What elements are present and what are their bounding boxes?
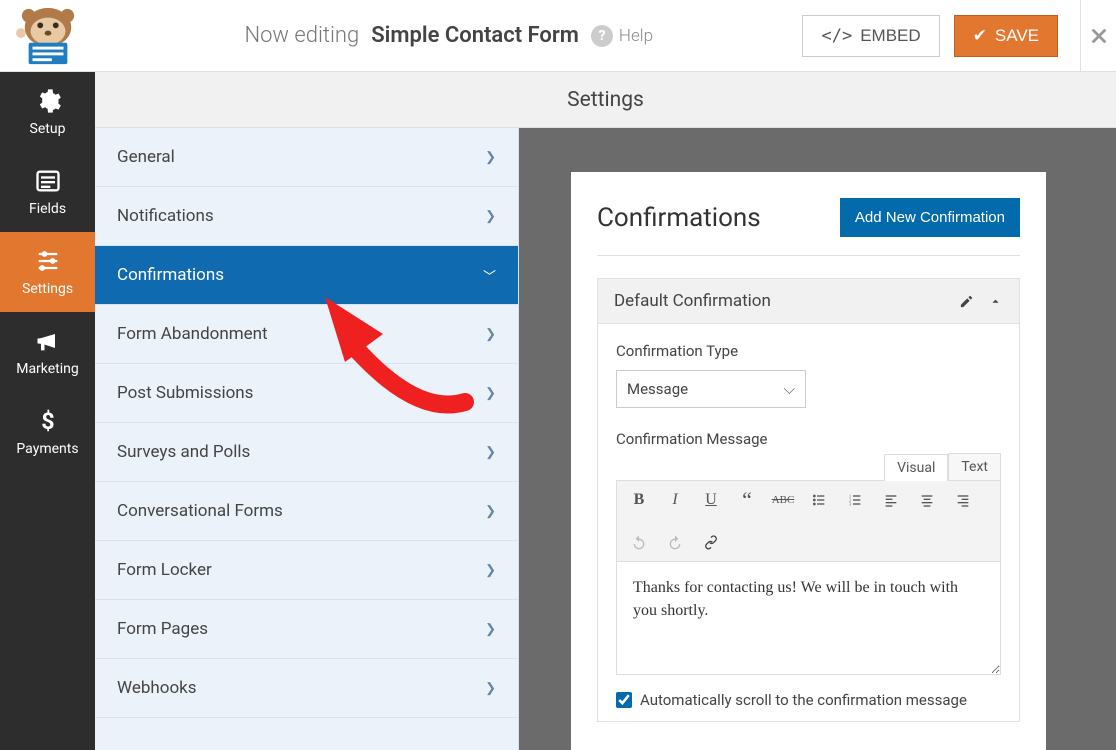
italic-icon[interactable]: I [661,487,689,513]
left-rail: Setup Fields Settings Marketing $ Paymen… [0,72,95,750]
close-icon [1088,25,1110,47]
confirmation-body: Confirmation Type Message ⌵ Confirmation… [598,324,1019,721]
editor-content[interactable]: Thanks for contacting us! We will be in … [617,562,1000,674]
confirmation-type-select[interactable]: Message ⌵ [616,370,806,408]
quote-icon[interactable]: “ [733,487,761,513]
check-icon: ✔ [973,26,987,46]
settings-item-surveys-polls[interactable]: Surveys and Polls❯ [95,423,518,482]
pencil-icon[interactable] [959,294,974,309]
chevron-right-icon: ❯ [485,504,496,519]
panel-title: Confirmations [597,203,761,233]
dollar-icon: $ [34,407,62,435]
auto-scroll-option[interactable]: Automatically scroll to the confirmation… [616,691,1001,709]
rail-fields[interactable]: Fields [0,152,95,232]
chevron-right-icon: ❯ [485,563,496,578]
chevron-right-icon: ❯ [485,445,496,460]
rich-text-editor: Visual Text B I U “ ABC 123 [616,480,1001,675]
chevron-down-icon: ⌵ [784,380,795,398]
rail-setup[interactable]: Setup [0,72,95,152]
settings-header: Settings [95,72,1116,128]
gear-icon [34,87,62,115]
help-link[interactable]: ? Help [591,25,653,47]
chevron-right-icon: ❯ [485,327,496,342]
auto-scroll-checkbox[interactable] [616,692,632,708]
number-list-icon[interactable]: 123 [841,487,869,513]
sliders-icon [34,247,62,275]
rail-payments[interactable]: $ Payments [0,392,95,472]
close-button[interactable] [1080,0,1116,72]
redo-icon[interactable] [661,529,689,555]
embed-button[interactable]: </> EMBED [802,15,939,57]
top-actions: </> EMBED ✔ SAVE [802,15,1080,57]
editing-prefix: Now editing [244,23,359,48]
strike-icon[interactable]: ABC [769,487,797,513]
settings-item-form-locker[interactable]: Form Locker❯ [95,541,518,600]
link-icon[interactable] [697,529,725,555]
underline-icon[interactable]: U [697,487,725,513]
rail-settings[interactable]: Settings [0,232,95,312]
editor-tab-visual[interactable]: Visual [884,454,948,481]
bullhorn-icon [34,327,62,355]
confirmation-type-label: Confirmation Type [616,342,1001,360]
chevron-right-icon: ❯ [485,150,496,165]
settings-item-notifications[interactable]: Notifications❯ [95,187,518,246]
editor-toolbar: B I U “ ABC 123 [617,481,1000,562]
settings-item-general[interactable]: General❯ [95,128,518,187]
confirmation-box: Default Confirmation Confirmation Type M… [597,278,1020,722]
confirmation-message-label: Confirmation Message [616,430,1001,448]
panel-header: Confirmations Add New Confirmation [597,198,1020,256]
align-right-icon[interactable] [949,487,977,513]
editing-form-name: Simple Contact Form [371,23,579,48]
settings-item-confirmations[interactable]: Confirmations﹀ [95,246,518,305]
settings-item-form-abandonment[interactable]: Form Abandonment❯ [95,305,518,364]
confirmations-panel: Confirmations Add New Confirmation Defau… [571,172,1046,750]
bullet-list-icon[interactable] [805,487,833,513]
align-center-icon[interactable] [913,487,941,513]
code-icon: </> [821,26,852,46]
confirmation-box-header[interactable]: Default Confirmation [598,279,1019,324]
settings-item-post-submissions[interactable]: Post Submissions❯ [95,364,518,423]
editor-tab-text[interactable]: Text [948,453,1001,480]
rail-marketing[interactable]: Marketing [0,312,95,392]
svg-text:3: 3 [849,501,851,506]
confirmation-name: Default Confirmation [614,291,771,311]
settings-item-conversational-forms[interactable]: Conversational Forms❯ [95,482,518,541]
settings-item-form-pages[interactable]: Form Pages❯ [95,600,518,659]
chevron-right-icon: ❯ [485,209,496,224]
top-bar: Now editing Simple Contact Form ? Help <… [0,0,1116,72]
settings-menu: General❯ Notifications❯ Confirmations﹀ F… [95,128,519,750]
editing-title: Now editing Simple Contact Form ? Help [95,23,802,48]
bold-icon[interactable]: B [625,487,653,513]
align-left-icon[interactable] [877,487,905,513]
wpforms-logo [0,0,95,72]
settings-item-webhooks[interactable]: Webhooks❯ [95,659,518,718]
main-area: General❯ Notifications❯ Confirmations﹀ F… [95,128,1116,750]
chevron-right-icon: ❯ [485,681,496,696]
save-button[interactable]: ✔ SAVE [954,15,1058,57]
chevron-up-icon[interactable] [988,294,1003,309]
chevron-right-icon: ❯ [485,622,496,637]
chevron-down-icon: ﹀ [483,266,496,285]
svg-text:$: $ [41,407,54,435]
help-icon: ? [591,25,613,47]
add-new-confirmation-button[interactable]: Add New Confirmation [840,198,1020,237]
undo-icon[interactable] [625,529,653,555]
chevron-right-icon: ❯ [485,386,496,401]
list-icon [34,167,62,195]
